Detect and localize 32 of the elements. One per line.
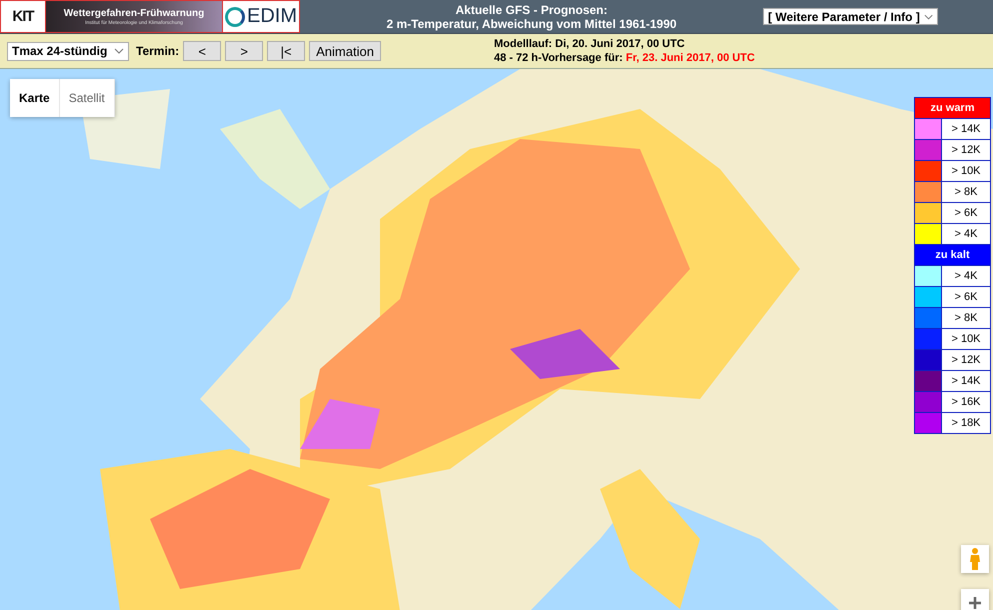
legend-label: > 6K bbox=[942, 203, 990, 223]
forecast-text: 48 - 72 h-Vorhersage für: Fr, 23. Juni 2017, 00 UTC bbox=[494, 51, 756, 65]
page-title: Aktuelle GFS - Prognosen: bbox=[455, 2, 608, 16]
legend-heading: zu warm bbox=[915, 98, 990, 118]
legend-label: > 4K bbox=[942, 224, 990, 244]
legend-label: > 14K bbox=[942, 119, 990, 139]
legend-label: > 12K bbox=[942, 350, 990, 370]
map-type-tab[interactable]: Karte bbox=[10, 79, 60, 117]
page-title: 2 m-Temperatur, Abweichung vom Mittel 1961-1990 bbox=[386, 16, 677, 30]
termin-label: Termin: bbox=[136, 44, 180, 58]
nav-button[interactable]: < bbox=[183, 41, 222, 61]
legend-label: > 14K bbox=[942, 371, 990, 391]
model-run-text: Modelllauf: Di, 20. Juni 2017, 00 UTC bbox=[494, 37, 686, 51]
legend-label: > 6K bbox=[942, 287, 990, 307]
logo-text: EDIM bbox=[247, 5, 297, 28]
map-type-tab[interactable]: Satellit bbox=[60, 79, 115, 117]
legend-label: > 12K bbox=[942, 140, 990, 160]
legend-label: > 4K bbox=[942, 266, 990, 286]
nav-button[interactable]: Animation bbox=[309, 41, 381, 61]
legend-label: > 10K bbox=[942, 329, 990, 349]
nav-button[interactable]: |< bbox=[267, 41, 306, 61]
kit-logo: KIT bbox=[0, 0, 46, 33]
legend-label: > 8K bbox=[942, 182, 990, 202]
banner-title: Wettergefahren-Frühwarnung bbox=[64, 8, 204, 18]
legend-label: > 18K bbox=[942, 413, 990, 433]
nav-button[interactable]: > bbox=[225, 41, 264, 61]
legend-label: > 8K bbox=[942, 308, 990, 328]
period-select[interactable]: Tmax 24-stündig bbox=[7, 42, 129, 60]
legend-label: > 16K bbox=[942, 392, 990, 412]
legend-label: > 10K bbox=[942, 161, 990, 181]
legend-heading: zu kalt bbox=[915, 245, 990, 265]
parameter-select[interactable]: [ Weitere Parameter / Info ] bbox=[763, 8, 938, 25]
